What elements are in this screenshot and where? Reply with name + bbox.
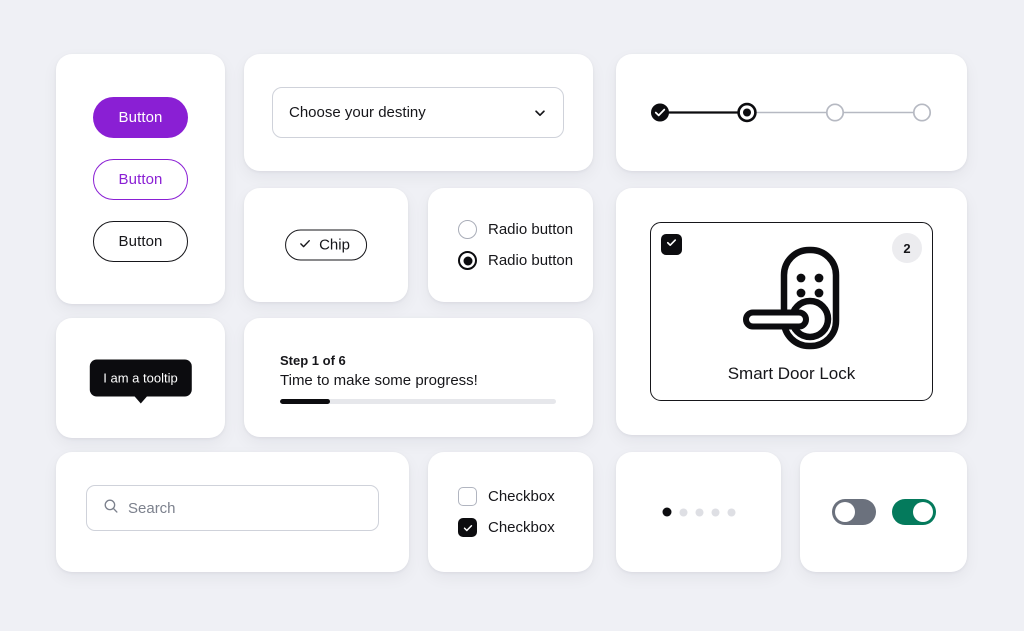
radio-option-2[interactable]: Radio button	[458, 251, 573, 270]
toggle-switch-on[interactable]	[891, 499, 936, 525]
checkbox-icon-checked[interactable]	[458, 518, 477, 537]
progress-card: Step 1 of 6 Time to make some progress!	[244, 318, 593, 437]
radio-group: Radio button Radio button	[458, 220, 573, 270]
toggle-card	[800, 452, 967, 572]
search-field[interactable]: Search	[86, 485, 379, 531]
stepper-card	[616, 54, 967, 171]
product-checkbox[interactable]	[661, 234, 682, 255]
progress-bar-track	[280, 399, 556, 404]
progress-stepper[interactable]	[616, 54, 967, 171]
product-card: 2 Smart Door Lock	[616, 188, 967, 435]
checkbox-label-1: Checkbox	[488, 488, 555, 505]
checkbox-option-2[interactable]: Checkbox	[458, 518, 555, 537]
buttons-card: Button Button Button	[56, 54, 225, 304]
radio-icon-unselected[interactable]	[458, 220, 477, 239]
primary-filled-button[interactable]: Button	[93, 96, 188, 138]
search-card: Search	[56, 452, 409, 572]
pagination-dot-3[interactable]	[695, 508, 703, 516]
stepper-node-1-completed	[651, 103, 669, 122]
checkbox-card: Checkbox Checkbox	[428, 452, 593, 572]
component-gallery: Button Button Button Choose your destiny	[0, 0, 1024, 631]
stepper-node-3-inactive	[825, 103, 845, 122]
pagination-dots[interactable]	[662, 507, 735, 517]
pagination-dot-2[interactable]	[679, 508, 687, 516]
search-icon	[103, 498, 119, 519]
button-stack: Button Button Button	[56, 54, 225, 304]
search-placeholder: Search	[128, 499, 176, 517]
product-selectable-tile[interactable]: 2 Smart Door Lock	[650, 222, 933, 401]
check-icon	[298, 236, 312, 254]
checkbox-label-2: Checkbox	[488, 519, 555, 536]
chip-card: Chip	[244, 188, 408, 302]
tooltip-card: I am a tooltip	[56, 318, 225, 438]
progress-bar-fill	[280, 399, 330, 404]
radio-option-1[interactable]: Radio button	[458, 220, 573, 239]
progress-step-text: Step 1 of 6	[280, 353, 346, 368]
toggle-knob	[834, 502, 855, 522]
select-card: Choose your destiny	[244, 54, 593, 171]
product-title: Smart Door Lock	[727, 364, 856, 383]
radio-card: Radio button Radio button	[428, 188, 593, 302]
stepper-node-2-current	[737, 102, 757, 123]
chevron-down-icon	[533, 106, 547, 120]
select-value: Choose your destiny	[289, 104, 426, 121]
pagination-dot-4[interactable]	[711, 508, 719, 516]
checkbox-group: Checkbox Checkbox	[458, 487, 555, 537]
tooltip-bubble: I am a tooltip	[89, 359, 192, 397]
radio-label-2: Radio button	[488, 252, 574, 269]
quantity-badge: 2	[892, 233, 922, 263]
chip-label: Chip	[319, 236, 350, 254]
check-icon	[463, 524, 472, 531]
radio-icon-selected[interactable]	[458, 251, 477, 270]
pagination-dot-1[interactable]	[662, 507, 671, 517]
progress-message: Time to make some progress!	[280, 372, 478, 389]
toggle-group	[831, 499, 936, 525]
checkbox-option-1[interactable]: Checkbox	[458, 487, 555, 506]
tertiary-outline-button[interactable]: Button	[93, 220, 188, 262]
toggle-knob	[912, 502, 933, 522]
check-icon	[665, 236, 678, 254]
toggle-switch-off[interactable]	[831, 499, 876, 525]
pagination-card	[616, 452, 781, 572]
filter-chip[interactable]: Chip	[285, 229, 367, 261]
pagination-dot-5[interactable]	[727, 508, 735, 516]
secondary-outline-button[interactable]: Button	[93, 158, 188, 200]
select-dropdown[interactable]: Choose your destiny	[272, 87, 564, 138]
checkbox-icon-unchecked[interactable]	[458, 487, 477, 506]
smart-door-lock-icon	[740, 245, 844, 356]
radio-label-1: Radio button	[488, 221, 574, 238]
stepper-node-4-inactive	[912, 103, 932, 122]
